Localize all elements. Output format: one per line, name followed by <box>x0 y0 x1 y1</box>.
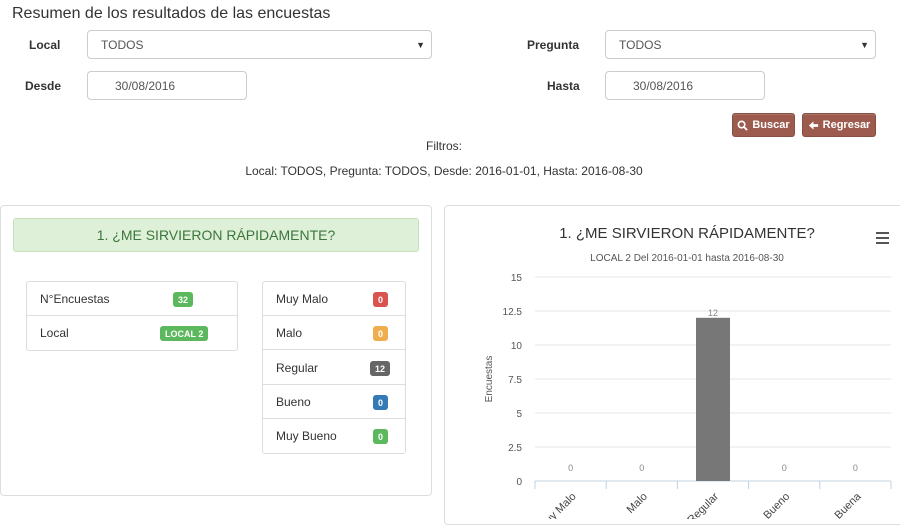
desde-date-input[interactable]: 30/08/2016 <box>87 71 247 100</box>
x-tick-label: Muy Malo <box>537 491 579 519</box>
buscar-button-label: Buscar <box>752 119 790 131</box>
data-label: 0 <box>639 463 644 473</box>
arrow-left-icon <box>808 120 818 130</box>
answers-list: Muy Malo 0 Malo 0 Regular 12 Bueno 0 Muy… <box>262 281 406 454</box>
data-label: 0 <box>782 463 787 473</box>
answer-count-badge: 0 <box>373 292 389 307</box>
local-badge: LOCAL 2 <box>160 326 209 341</box>
y-tick-label: 2.5 <box>508 443 522 454</box>
hasta-date-input[interactable]: 30/08/2016 <box>605 71 765 100</box>
list-item: Muy Bueno 0 <box>263 419 405 453</box>
info-list: N°Encuestas 32 Local LOCAL 2 <box>26 281 238 351</box>
y-tick-label: 12.5 <box>503 307 523 318</box>
regresar-button-label: Regresar <box>822 119 871 131</box>
question-summary-panel: 1. ¿ME SIRVIERON RÁPIDAMENTE? N°Encuesta… <box>0 205 432 496</box>
x-tick-label: Buena <box>833 490 865 519</box>
regresar-button[interactable]: Regresar <box>802 113 876 137</box>
desde-label: Desde <box>25 79 62 93</box>
local-select[interactable]: TODOS ▼ <box>87 30 432 59</box>
data-label: 12 <box>708 308 718 318</box>
answer-count-badge: 0 <box>373 395 389 410</box>
y-tick-label: 15 <box>511 273 523 284</box>
answer-label: Bueno <box>276 395 311 409</box>
answer-label: Regular <box>276 361 319 375</box>
pregunta-select-value: TODOS <box>619 38 662 52</box>
list-item: N°Encuestas 32 <box>27 282 237 316</box>
answer-count-badge: 0 <box>373 326 389 341</box>
list-item: Muy Malo 0 <box>263 282 405 316</box>
y-tick-label: 7.5 <box>508 375 522 386</box>
chevron-down-icon: ▼ <box>860 40 869 50</box>
y-tick-label: 10 <box>511 341 523 352</box>
pregunta-select[interactable]: TODOS ▼ <box>605 30 876 59</box>
filtros-label: Filtros: <box>426 139 462 153</box>
answer-label: Muy Bueno <box>276 429 337 443</box>
answer-label: Malo <box>276 326 303 340</box>
answer-count-badge: 12 <box>370 361 391 376</box>
y-tick-label: 0 <box>516 477 522 488</box>
x-tick-label: Regular <box>685 490 721 519</box>
info-label-encuestas: N°Encuestas <box>40 292 110 306</box>
info-label-local: Local <box>40 326 69 340</box>
data-label: 0 <box>568 463 573 473</box>
y-axis-label: Encuestas <box>484 356 495 403</box>
answer-count-badge: 0 <box>373 429 389 444</box>
data-label: 0 <box>853 463 858 473</box>
count-badge: 32 <box>173 292 194 307</box>
y-tick-label: 5 <box>516 409 522 420</box>
list-item: Bueno 0 <box>263 385 405 419</box>
x-tick-label: Bueno <box>761 491 792 519</box>
answer-label: Muy Malo <box>276 292 329 306</box>
bar-chart: 0 2.5 5 7.5 10 12.5 15 Encuestas 0 Muy Malo 0 Malo 1… <box>484 273 892 519</box>
buscar-button[interactable]: Buscar <box>732 113 795 137</box>
filtros-summary: Local: TODOS, Pregunta: TODOS, Desde: 20… <box>245 164 643 178</box>
local-label: Local <box>29 38 61 52</box>
chevron-down-icon: ▼ <box>416 40 425 50</box>
search-icon <box>737 120 749 131</box>
question-title: 1. ¿ME SIRVIERON RÁPIDAMENTE? <box>13 218 419 252</box>
local-select-value: TODOS <box>101 38 144 52</box>
list-item: Malo 0 <box>263 316 405 350</box>
hasta-label: Hasta <box>547 79 580 93</box>
x-tick-label: Malo <box>625 491 650 516</box>
page-title: Resumen de los resultados de las encuest… <box>12 5 331 22</box>
bar <box>696 317 730 481</box>
list-item: Regular 12 <box>263 351 405 385</box>
pregunta-label: Pregunta <box>527 38 580 52</box>
list-item: Local LOCAL 2 <box>27 316 237 350</box>
